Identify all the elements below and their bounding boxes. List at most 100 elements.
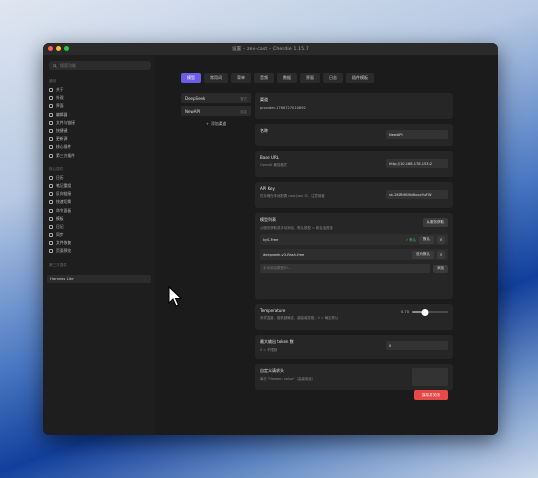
settings-tabs: 模型 常用词 背单 音频 数据 界面 日志 插件模板 bbox=[181, 73, 374, 83]
sidebar-item[interactable]: 笔记重组 bbox=[43, 182, 155, 190]
palette-icon bbox=[49, 96, 53, 101]
calendar-icon bbox=[49, 175, 53, 180]
sidebar-item[interactable]: 关于 bbox=[43, 86, 155, 94]
name-field[interactable]: NewAPI bbox=[386, 130, 448, 139]
sidebar-item-label: 同步 bbox=[56, 232, 64, 238]
sidebar-item-label: 模板 bbox=[56, 215, 64, 221]
search-placeholder: 搜索功能 bbox=[60, 62, 76, 68]
sidebar-item-label: 关于 bbox=[56, 87, 64, 93]
tab-7[interactable]: 插件模板 bbox=[346, 73, 374, 83]
model-name: deepseek-v3-flash-free bbox=[263, 252, 305, 257]
tab-0[interactable]: 模型 bbox=[181, 73, 201, 83]
maxout-field[interactable]: 0 bbox=[386, 341, 448, 350]
sidebar-item[interactable]: 命令面板 bbox=[43, 206, 155, 214]
models-card: 模型列表 从服务获取或手动添加，默认模型 = 新会话首选 从服务获取 kyS-F… bbox=[255, 213, 453, 299]
slider-knob[interactable] bbox=[421, 308, 429, 316]
add-model-input[interactable]: 手动添加模型ID... bbox=[260, 264, 430, 273]
temperature-card: Temperature 采样温度，越低越确定，越高越发散；0 = 确定默认 0.… bbox=[255, 304, 453, 330]
baseurl-card: Base URL OpenAI 兼容格式 http://10.168.178.1… bbox=[255, 151, 453, 177]
search-input[interactable]: 搜索功能 bbox=[49, 61, 151, 70]
sidebar-item[interactable]: 模板 bbox=[43, 215, 155, 223]
set-default-button[interactable]: 默认 bbox=[419, 235, 434, 244]
sidebar-item-assistant[interactable]: Harness Lite bbox=[47, 274, 151, 283]
sidebar-section-thirdparty: 第三方插件 bbox=[49, 262, 67, 267]
provider-item[interactable]: DeepSeek 官方 bbox=[181, 93, 251, 103]
models-subtitle: 从服务获取或手动添加，默认模型 = 新会话首选 bbox=[260, 226, 333, 230]
set-default-button[interactable]: 设为默认 bbox=[412, 250, 434, 259]
add-provider-button[interactable]: + 添加渠道 bbox=[181, 119, 251, 128]
sidebar-item[interactable]: 第三方插件 bbox=[43, 152, 155, 160]
remove-model-button[interactable]: × bbox=[437, 235, 445, 244]
sidebar-section-general: 通用 bbox=[49, 79, 57, 83]
temperature-subtitle: 采样温度，越低越确定，越高越发散；0 = 确定默认 bbox=[260, 316, 339, 320]
info-icon bbox=[49, 88, 53, 93]
sidebar-item-label: 外观 bbox=[56, 95, 64, 101]
apikey-field[interactable]: sk-2KIRHKHbBxxx9uFW bbox=[386, 190, 448, 199]
model-row: kyS-Free ✓ 默认 默认 × bbox=[260, 234, 448, 245]
maximize-window-button[interactable] bbox=[64, 46, 69, 51]
fetch-models-button[interactable]: 从服务获取 bbox=[422, 218, 448, 227]
provider-list: DeepSeek 官方 NewAPI 自定 + 添加渠道 bbox=[181, 93, 251, 128]
sidebar: 搜索功能 通用 关于 外观 界面 编辑器 文件与链接 快捷键 更新源 核心插件 第三方插件 核心… bbox=[43, 55, 155, 435]
tab-4[interactable]: 数据 bbox=[277, 73, 297, 83]
sidebar-item-label: 界面 bbox=[56, 103, 64, 109]
sidebar-item[interactable]: 编辑器 bbox=[43, 111, 155, 119]
restore-icon bbox=[49, 241, 53, 246]
sidebar-item[interactable]: 反向链接 bbox=[43, 190, 155, 198]
sidebar-item-label: 笔记重组 bbox=[56, 182, 72, 188]
sidebar-item[interactable]: 日历 bbox=[43, 174, 155, 182]
close-icon: × bbox=[439, 252, 443, 257]
temperature-slider[interactable]: 0.70 bbox=[401, 308, 448, 316]
tab-3[interactable]: 音频 bbox=[254, 73, 274, 83]
sidebar-item[interactable]: 文件恢复 bbox=[43, 239, 155, 247]
sidebar-item[interactable]: 日记 bbox=[43, 223, 155, 231]
remove-model-button[interactable]: × bbox=[437, 250, 445, 259]
sidebar-item-label: 页面预览 bbox=[56, 248, 72, 254]
sidebar-item-label: 日记 bbox=[56, 223, 64, 229]
sidebar-item[interactable]: 同步 bbox=[43, 231, 155, 239]
provider-item[interactable]: NewAPI 自定 bbox=[181, 106, 251, 116]
sidebar-item[interactable]: 界面 bbox=[43, 102, 155, 110]
channel-id: provider-1766727010692 bbox=[260, 106, 306, 110]
add-model-button[interactable]: 添加 bbox=[433, 264, 448, 273]
tab-2[interactable]: 背单 bbox=[231, 73, 251, 83]
close-window-button[interactable] bbox=[48, 46, 53, 51]
sidebar-item[interactable]: 外观 bbox=[43, 94, 155, 102]
apikey-card: API Key 仅存储在本地配置 cast.json 中，注意保管 sk-2KI… bbox=[255, 182, 453, 208]
add-model-row: 手动添加模型ID... 添加 bbox=[260, 264, 448, 273]
add-provider-label: 添加渠道 bbox=[211, 120, 227, 126]
sidebar-item-label: 文件恢复 bbox=[56, 240, 72, 246]
model-row: deepseek-v3-flash-free 设为默认 × bbox=[260, 249, 448, 260]
sidebar-item-label: 日历 bbox=[56, 174, 64, 180]
sidebar-item-label: 命令面板 bbox=[56, 207, 72, 213]
headers-card: 自定义请求头 每行 "Header: value"（高级用途） bbox=[255, 364, 453, 390]
sidebar-item[interactable]: 页面预览 bbox=[43, 247, 155, 255]
sidebar-item[interactable]: 快速切换 bbox=[43, 198, 155, 206]
minimize-window-button[interactable] bbox=[56, 46, 61, 51]
sidebar-item-label: 快速切换 bbox=[56, 199, 72, 205]
headers-textarea[interactable] bbox=[412, 368, 448, 386]
save-close-button[interactable]: 保存并关闭 bbox=[414, 390, 448, 400]
sidebar-item[interactable]: 快捷键 bbox=[43, 127, 155, 135]
sidebar-item[interactable]: 核心插件 bbox=[43, 143, 155, 151]
sidebar-item[interactable]: 文件与链接 bbox=[43, 119, 155, 127]
sidebar-item[interactable]: 更新源 bbox=[43, 135, 155, 143]
journal-icon bbox=[49, 224, 53, 229]
tab-6[interactable]: 日志 bbox=[323, 73, 343, 83]
slider-track bbox=[412, 308, 448, 316]
sidebar-item-label: 文件与链接 bbox=[56, 119, 75, 125]
sidebar-item-label: 核心插件 bbox=[56, 144, 72, 150]
channel-label: 渠道 bbox=[260, 97, 268, 102]
switch-icon bbox=[49, 200, 53, 205]
merge-icon bbox=[49, 183, 53, 188]
maxout-card: 最大输出 token 数 0 = 不限制 0 bbox=[255, 335, 453, 359]
settings-window: 设置 – zev-cast – Cherdie 1.15.7 搜索功能 通用 关… bbox=[43, 43, 498, 435]
sidebar-item-label: 第三方插件 bbox=[56, 152, 75, 158]
sidebar-item-label: 编辑器 bbox=[56, 111, 68, 117]
tab-1[interactable]: 常用词 bbox=[204, 73, 228, 83]
search-icon bbox=[53, 63, 57, 68]
tab-5[interactable]: 界面 bbox=[300, 73, 320, 83]
title-bar: 设置 – zev-cast – Cherdie 1.15.7 bbox=[43, 43, 498, 55]
baseurl-field[interactable]: http://10.168.178.153:2 bbox=[386, 159, 448, 168]
sidebar-section-core: 核心插件 bbox=[49, 166, 64, 171]
